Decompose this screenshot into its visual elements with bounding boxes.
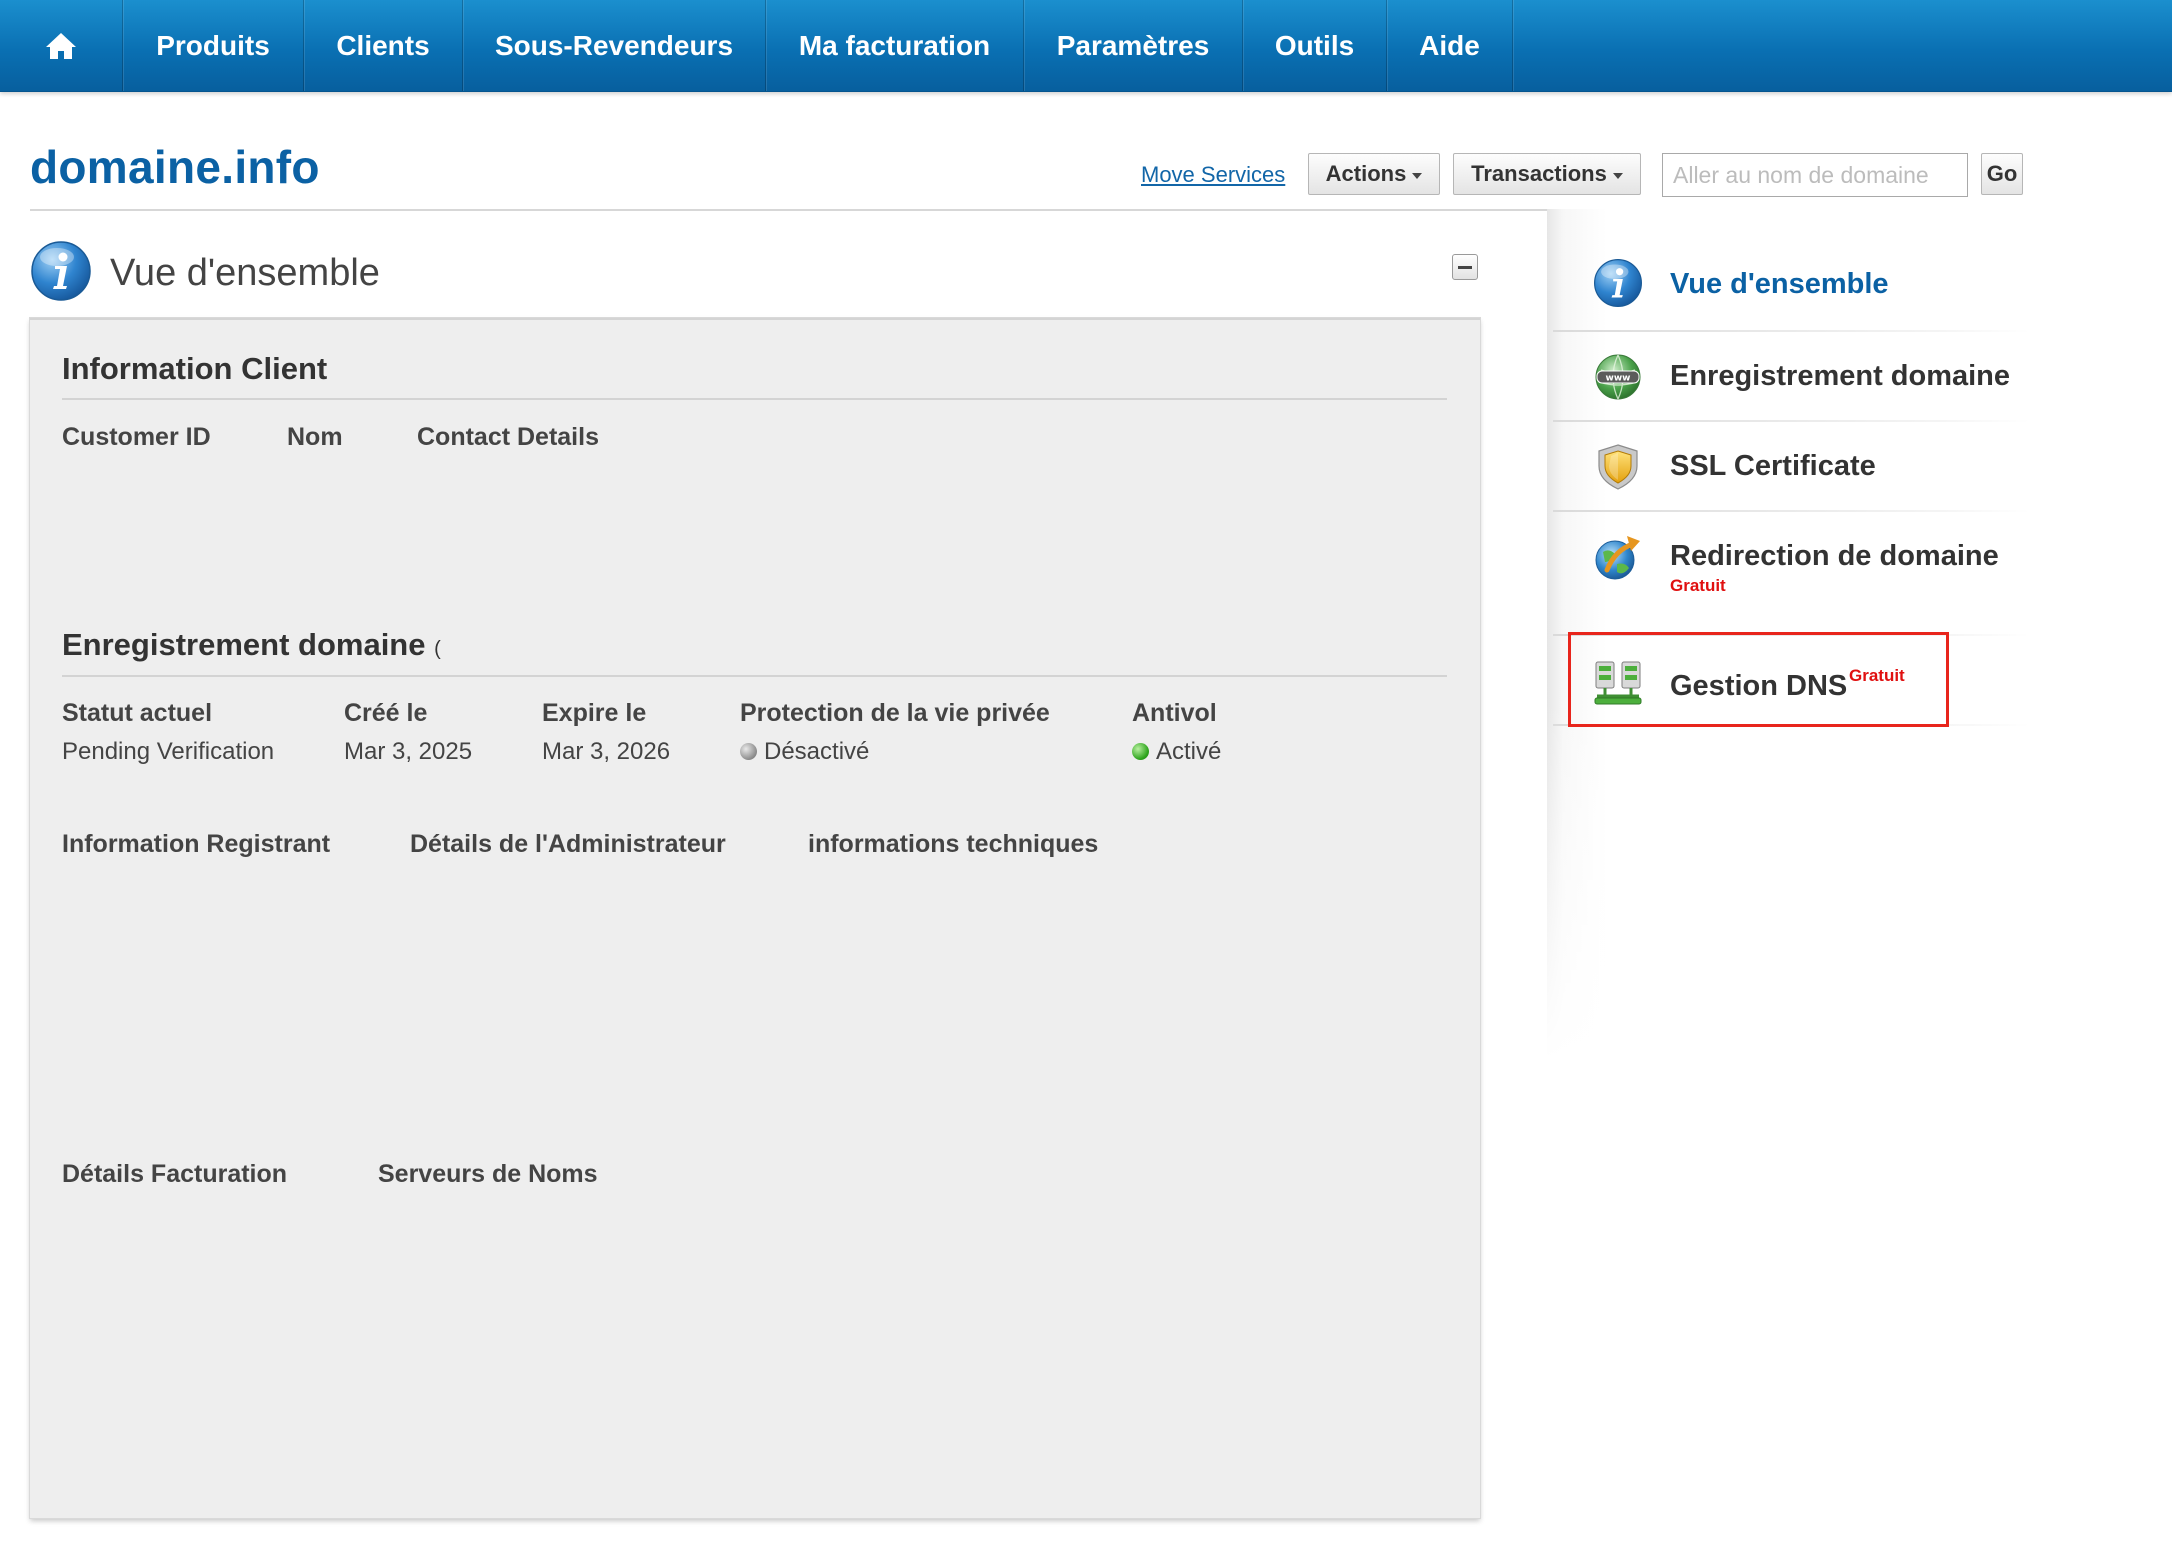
nameservers-label: Serveurs de Noms (378, 1160, 598, 1188)
caret-down-icon (1612, 173, 1623, 179)
nav-ma-facturation[interactable]: Ma facturation (766, 0, 1024, 91)
theft-protection-value[interactable]: Activé (1132, 738, 1221, 766)
sidebar-item-domain-registration[interactable]: www Enregistrement domaine (1553, 332, 2030, 422)
nav-produits[interactable]: Produits (123, 0, 304, 91)
sidebar-fade (1547, 700, 2030, 1100)
section-divider (62, 675, 1447, 677)
registration-title: Enregistrement domaine ( (62, 627, 441, 663)
caret-down-icon (1412, 173, 1423, 179)
actions-label: Actions (1325, 161, 1407, 186)
domain-search-input[interactable] (1662, 153, 1968, 197)
privacy-label: Protection de la vie privée (740, 699, 1050, 727)
move-services-link[interactable]: Move Services (1141, 162, 1285, 188)
sidebar-item-label: Redirection de domaine (1670, 540, 1999, 572)
section-divider (62, 398, 1447, 400)
theft-protection-label: Antivol (1132, 699, 1217, 727)
registration-title-suffix: ( (434, 638, 441, 660)
billing-details-label: Détails Facturation (62, 1160, 288, 1188)
actions-dropdown[interactable]: Actions (1308, 153, 1440, 195)
status-label: Statut actuel (62, 699, 213, 727)
expires-label: Expire le (542, 699, 647, 727)
sidebar-item-overview[interactable]: Vue d'ensemble (1553, 240, 2030, 332)
overview-title: Vue d'ensemble (110, 252, 380, 294)
customer-id-label: Customer ID (62, 423, 211, 451)
privacy-value-text: Désactivé (764, 738, 870, 765)
dns-highlight-box (1568, 632, 1949, 727)
info-icon (31, 241, 91, 301)
created-value: Mar 3, 2025 (344, 738, 473, 765)
overview-panel: Information Client Customer ID Nom Conta… (30, 318, 1480, 1518)
sidebar-item-label: SSL Certificate (1670, 450, 1876, 482)
globe-arrow-icon (1595, 536, 1640, 580)
home-icon (46, 32, 76, 59)
transactions-label: Transactions (1471, 161, 1607, 186)
go-button[interactable]: Go (1981, 153, 2023, 195)
svg-text:www: www (1606, 374, 1631, 384)
status-dot-grey-icon (740, 743, 757, 760)
collapse-button[interactable] (1452, 254, 1478, 280)
nav-clients[interactable]: Clients (304, 0, 463, 91)
contact-details-label: Contact Details (417, 423, 599, 451)
nav-parametres[interactable]: Paramètres (1024, 0, 1243, 91)
sidebar-item-domain-forwarding[interactable]: Redirection de domaine Gratuit (1553, 512, 2030, 636)
shield-icon (1598, 444, 1638, 490)
nav-aide[interactable]: Aide (1387, 0, 1513, 91)
top-nav: Produits Clients Sous-Revendeurs Ma fact… (0, 0, 2172, 92)
page-title: domaine.info (30, 141, 320, 193)
expires-value: Mar 3, 2026 (542, 738, 671, 765)
sidebar-item-ssl[interactable]: SSL Certificate (1553, 422, 2030, 512)
nav-sous-revendeurs[interactable]: Sous-Revendeurs (463, 0, 766, 91)
nav-outils[interactable]: Outils (1243, 0, 1387, 91)
theft-protection-value-text: Activé (1156, 738, 1222, 765)
admin-details-label: Détails de l'Administrateur (410, 830, 726, 858)
transactions-dropdown[interactable]: Transactions (1453, 153, 1641, 195)
www-globe-icon: www (1595, 354, 1641, 400)
client-info-title: Information Client (62, 351, 328, 386)
privacy-value[interactable]: Désactivé (740, 738, 869, 766)
name-label: Nom (287, 423, 343, 451)
sidebar-item-label: Vue d'ensemble (1670, 268, 1889, 300)
registrant-info-label: Information Registrant (62, 830, 331, 858)
free-badge: Gratuit (1670, 576, 1726, 595)
info-icon (1594, 259, 1642, 307)
created-label: Créé le (344, 699, 428, 727)
header-divider (30, 209, 1548, 211)
registration-title-text: Enregistrement domaine (62, 627, 426, 662)
status-value: Pending Verification (62, 738, 275, 765)
tech-info-label: informations techniques (808, 830, 1099, 858)
sidebar-item-label: Enregistrement domaine (1670, 360, 2011, 392)
status-dot-green-icon (1132, 743, 1149, 760)
nav-home[interactable] (0, 0, 123, 91)
